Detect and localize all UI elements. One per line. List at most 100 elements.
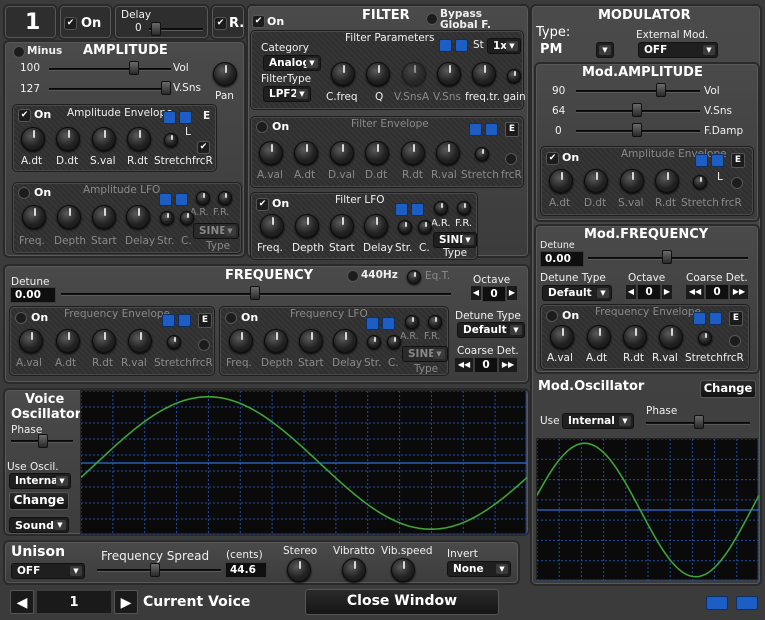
filter-q-knob[interactable] bbox=[366, 62, 390, 86]
next-voice-button[interactable]: ▶ bbox=[114, 590, 138, 614]
filter-lfo-fr-knob[interactable] bbox=[457, 201, 471, 215]
hz440-radio[interactable] bbox=[347, 270, 359, 282]
amp-lfo-knob-2[interactable] bbox=[92, 205, 116, 229]
voice-osc-change-button[interactable]: Change bbox=[9, 492, 69, 510]
freq-lfo-knob-3[interactable] bbox=[333, 329, 357, 353]
freq-env-knob-2[interactable] bbox=[92, 329, 116, 353]
mod-detune-type-dropdown[interactable]: Default ▼ bbox=[542, 285, 612, 301]
mod-amp-vol-thumb[interactable] bbox=[656, 83, 666, 97]
freq-env-knob-0[interactable] bbox=[19, 329, 43, 353]
mod-amp-env-frcr-radio[interactable] bbox=[731, 177, 743, 189]
filter-lfo-ar-knob[interactable] bbox=[434, 201, 448, 215]
amp-lfo-knob-5[interactable] bbox=[180, 211, 194, 225]
filter-gain-knob[interactable] bbox=[507, 69, 521, 83]
mod-octave-value[interactable]: 0 bbox=[637, 284, 661, 300]
filter-env-paste-button[interactable] bbox=[485, 123, 498, 136]
amp-env-copy-button[interactable] bbox=[163, 111, 176, 124]
freq-lfo-knob-0[interactable] bbox=[229, 329, 253, 353]
mod-freq-env-paste-button[interactable] bbox=[709, 312, 722, 325]
freq-spread-value[interactable]: 44.6 bbox=[225, 562, 267, 578]
filter-lfo-knob-4[interactable] bbox=[398, 220, 412, 234]
octave-decrement-button[interactable]: ◀ bbox=[471, 286, 481, 300]
mod-amp-fdamp-thumb[interactable] bbox=[632, 123, 642, 137]
amp-lfo-on-radio[interactable] bbox=[18, 187, 30, 199]
close-window-button[interactable]: Close Window bbox=[305, 589, 499, 615]
use-oscil-dropdown[interactable]: Internal ▼ bbox=[9, 473, 71, 489]
delay-slider-thumb[interactable] bbox=[151, 22, 161, 36]
mod-freq-env-knob-3[interactable] bbox=[659, 325, 683, 349]
freq-env-knob-1[interactable] bbox=[56, 329, 80, 353]
mod-freq-env-on-radio[interactable] bbox=[546, 310, 558, 322]
filter-lfo-copy-button[interactable] bbox=[395, 203, 408, 216]
mod-amp-env-on-checkbox[interactable]: ✔ bbox=[546, 152, 559, 165]
vibratto-knob[interactable] bbox=[342, 558, 366, 582]
freq-spread-thumb[interactable] bbox=[150, 563, 160, 577]
mod-amp-env-knob-0[interactable] bbox=[549, 169, 573, 193]
filter-freqtr-knob[interactable] bbox=[472, 62, 496, 86]
mod-amp-env-knob-1[interactable] bbox=[584, 169, 608, 193]
amp-vsns-thumb[interactable] bbox=[161, 81, 171, 95]
mod-amp-env-copy-button[interactable] bbox=[695, 154, 708, 167]
amp-lfo-ar-knob[interactable] bbox=[196, 191, 210, 205]
filter-env-knob-6[interactable] bbox=[475, 147, 489, 161]
freq-env-frcr-radio[interactable] bbox=[198, 339, 210, 351]
filter-lfo-knob-3[interactable] bbox=[364, 214, 388, 238]
mod-amp-env-knob-2[interactable] bbox=[620, 169, 644, 193]
detune-thumb[interactable] bbox=[250, 286, 260, 300]
mod-freq-env-knob-2[interactable] bbox=[623, 325, 647, 349]
coarse-fast-increment-button[interactable]: ▶▶ bbox=[499, 358, 517, 372]
filter-env-knob-4[interactable] bbox=[401, 141, 425, 165]
voice-on-checkbox[interactable]: ✔ bbox=[64, 17, 77, 30]
amp-lfo-knob-3[interactable] bbox=[126, 205, 150, 229]
filter-env-knob-0[interactable] bbox=[259, 141, 283, 165]
amp-env-knob-0[interactable] bbox=[21, 127, 45, 151]
mod-amp-vol-slider[interactable] bbox=[576, 90, 700, 93]
amp-lfo-knob-0[interactable] bbox=[22, 205, 46, 229]
prev-voice-button[interactable]: ◀ bbox=[10, 590, 34, 614]
freq-env-paste-button[interactable] bbox=[178, 314, 191, 327]
filter-env-on-radio[interactable] bbox=[256, 121, 268, 133]
mod-coarse-value[interactable]: 0 bbox=[705, 284, 729, 300]
eqt-knob[interactable] bbox=[407, 270, 421, 284]
filter-vsnsa-knob[interactable] bbox=[402, 62, 426, 86]
filter-env-knob-3[interactable] bbox=[365, 141, 389, 165]
ext-mod-dropdown[interactable]: OFF ▼ bbox=[638, 42, 718, 58]
mod-octave-decrement-button[interactable]: ◀ bbox=[626, 285, 636, 299]
amp-env-paste-button[interactable] bbox=[179, 111, 192, 124]
resonance-checkbox[interactable]: ✔ bbox=[214, 17, 227, 30]
freq-env-knob-3[interactable] bbox=[128, 329, 152, 353]
freq-lfo-fr-knob[interactable] bbox=[428, 315, 442, 329]
freq-lfo-on-radio[interactable] bbox=[225, 312, 237, 324]
paste-voice-button[interactable] bbox=[736, 596, 758, 610]
freq-lfo-paste-button[interactable] bbox=[382, 317, 395, 330]
filter-copy-button[interactable] bbox=[439, 39, 452, 52]
amp-env-knob-2[interactable] bbox=[92, 127, 116, 151]
filter-category-dropdown[interactable]: Analog ▼ bbox=[263, 55, 321, 71]
amp-vol-slider[interactable] bbox=[49, 68, 171, 71]
amp-env-knob-1[interactable] bbox=[56, 127, 80, 151]
detune-type-dropdown[interactable]: Default ▼ bbox=[457, 322, 525, 338]
mod-freq-env-copy-button[interactable] bbox=[693, 312, 706, 325]
filter-lfo-knob-2[interactable] bbox=[330, 214, 354, 238]
amp-vol-thumb[interactable] bbox=[129, 61, 139, 75]
filter-env-knob-1[interactable] bbox=[294, 141, 318, 165]
freq-lfo-type-dropdown[interactable]: SINE ▼ bbox=[402, 346, 448, 362]
voice-osc-phase-thumb[interactable] bbox=[38, 434, 48, 448]
mod-coarse-fast-increment-button[interactable]: ▶▶ bbox=[730, 285, 748, 299]
amp-lfo-copy-button[interactable] bbox=[159, 193, 172, 206]
amp-env-linear-checkbox[interactable]: ✔ bbox=[197, 141, 210, 154]
mod-freq-env-frcr-radio[interactable] bbox=[729, 335, 741, 347]
filter-cfreq-knob[interactable] bbox=[331, 62, 355, 86]
freq-lfo-knob-1[interactable] bbox=[264, 329, 288, 353]
mod-amp-env-knob-4[interactable] bbox=[693, 175, 707, 189]
amp-env-on-checkbox[interactable]: ✔ bbox=[18, 109, 31, 122]
amp-env-knob-4[interactable] bbox=[164, 133, 178, 147]
filter-vsns-knob[interactable] bbox=[437, 62, 461, 86]
filter-lfo-type-dropdown[interactable]: SINE ▼ bbox=[433, 232, 477, 248]
mod-type-dropdown[interactable]: ▼ bbox=[596, 42, 614, 58]
vibspeed-knob[interactable] bbox=[391, 558, 415, 582]
coarse-det-value[interactable]: 0 bbox=[474, 357, 498, 373]
mod-amp-env-e-button[interactable]: E bbox=[731, 153, 745, 168]
amp-lfo-knob-1[interactable] bbox=[57, 205, 81, 229]
octave-increment-button[interactable]: ▶ bbox=[507, 286, 517, 300]
